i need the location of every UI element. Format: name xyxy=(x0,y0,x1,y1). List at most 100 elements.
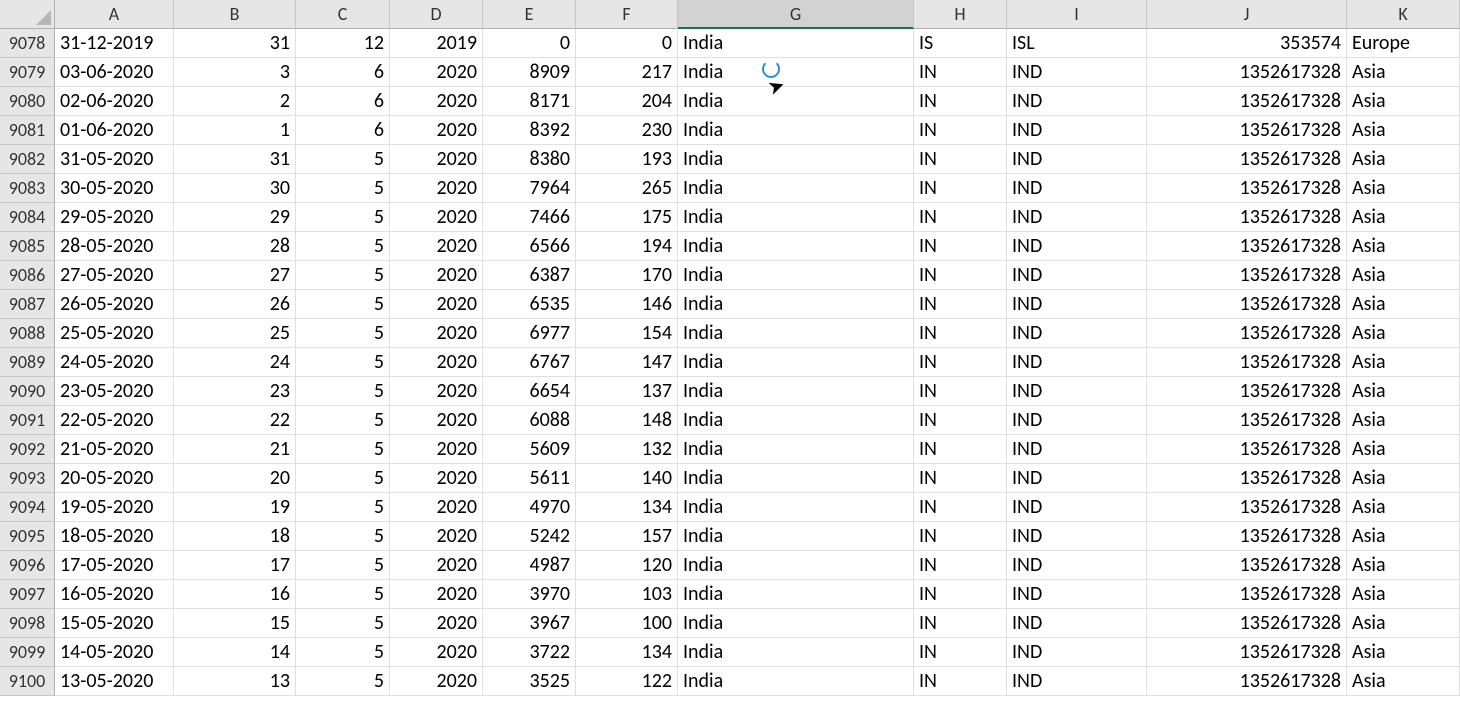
cell[interactable]: India xyxy=(678,232,914,261)
cell[interactable]: 5 xyxy=(296,203,390,232)
cell[interactable]: Asia xyxy=(1347,406,1460,435)
cell[interactable]: 1352617328 xyxy=(1147,319,1347,348)
cell[interactable]: IN xyxy=(914,203,1007,232)
cell[interactable]: Asia xyxy=(1347,261,1460,290)
cell[interactable]: 17 xyxy=(174,551,296,580)
cell[interactable]: India xyxy=(678,406,914,435)
cell[interactable]: 1352617328 xyxy=(1147,551,1347,580)
cell[interactable]: India xyxy=(678,290,914,319)
cell[interactable]: 2020 xyxy=(390,348,483,377)
cell[interactable]: IN xyxy=(914,348,1007,377)
cell[interactable]: Asia xyxy=(1347,232,1460,261)
cell[interactable]: IN xyxy=(914,493,1007,522)
cell[interactable]: 230 xyxy=(576,116,678,145)
cell[interactable]: 7466 xyxy=(483,203,576,232)
cell[interactable]: IN xyxy=(914,580,1007,609)
cell[interactable]: 1352617328 xyxy=(1147,522,1347,551)
cell[interactable]: 3525 xyxy=(483,667,576,696)
cell[interactable]: 5 xyxy=(296,348,390,377)
cell[interactable]: 217 xyxy=(576,58,678,87)
cell[interactable]: IND xyxy=(1007,58,1147,87)
cell[interactable]: IN xyxy=(914,522,1007,551)
cell[interactable]: 6535 xyxy=(483,290,576,319)
cell[interactable]: IND xyxy=(1007,261,1147,290)
cell[interactable]: IN xyxy=(914,406,1007,435)
cell[interactable]: 1352617328 xyxy=(1147,58,1347,87)
cell[interactable]: 6654 xyxy=(483,377,576,406)
cell[interactable]: 12 xyxy=(296,29,390,58)
cell[interactable]: 6088 xyxy=(483,406,576,435)
cell[interactable]: Asia xyxy=(1347,116,1460,145)
cell[interactable]: 22-05-2020 xyxy=(55,406,174,435)
cell[interactable]: 5 xyxy=(296,377,390,406)
cell[interactable]: 18-05-2020 xyxy=(55,522,174,551)
cell[interactable]: India xyxy=(678,464,914,493)
cell[interactable]: Asia xyxy=(1347,319,1460,348)
cell[interactable]: 2020 xyxy=(390,261,483,290)
cell[interactable]: 27-05-2020 xyxy=(55,261,174,290)
cell[interactable]: IND xyxy=(1007,638,1147,667)
row-header[interactable]: 9100 xyxy=(0,667,55,696)
cell[interactable]: 5 xyxy=(296,174,390,203)
cell[interactable]: 6767 xyxy=(483,348,576,377)
cell[interactable]: IND xyxy=(1007,609,1147,638)
cell[interactable]: 2020 xyxy=(390,522,483,551)
cell[interactable]: 14-05-2020 xyxy=(55,638,174,667)
cell[interactable]: India xyxy=(678,348,914,377)
cell[interactable]: 2020 xyxy=(390,493,483,522)
cell[interactable]: 5 xyxy=(296,522,390,551)
cell[interactable]: 5 xyxy=(296,580,390,609)
row-header[interactable]: 9093 xyxy=(0,464,55,493)
cell[interactable]: IND xyxy=(1007,435,1147,464)
row-header[interactable]: 9078 xyxy=(0,29,55,58)
cell[interactable]: 24 xyxy=(174,348,296,377)
row-header[interactable]: 9099 xyxy=(0,638,55,667)
cell[interactable]: 1352617328 xyxy=(1147,87,1347,116)
cell[interactable]: India xyxy=(678,58,914,87)
row-header[interactable]: 9090 xyxy=(0,377,55,406)
cell[interactable]: 204 xyxy=(576,87,678,116)
cell[interactable]: 2020 xyxy=(390,145,483,174)
cell[interactable]: 5 xyxy=(296,638,390,667)
row-header[interactable]: 9095 xyxy=(0,522,55,551)
cell[interactable]: India xyxy=(678,203,914,232)
cell[interactable]: Asia xyxy=(1347,667,1460,696)
row-header[interactable]: 9080 xyxy=(0,87,55,116)
cell[interactable]: 1352617328 xyxy=(1147,290,1347,319)
cell[interactable]: 4987 xyxy=(483,551,576,580)
cell[interactable]: India xyxy=(678,319,914,348)
cell[interactable]: 193 xyxy=(576,145,678,174)
cell[interactable]: 25-05-2020 xyxy=(55,319,174,348)
cell[interactable]: 2020 xyxy=(390,87,483,116)
cell[interactable]: 13 xyxy=(174,667,296,696)
cell[interactable]: IN xyxy=(914,638,1007,667)
cell[interactable]: IN xyxy=(914,58,1007,87)
cell[interactable]: 3722 xyxy=(483,638,576,667)
cell[interactable]: 6 xyxy=(296,87,390,116)
cell[interactable]: 20 xyxy=(174,464,296,493)
row-header[interactable]: 9082 xyxy=(0,145,55,174)
cell[interactable]: 175 xyxy=(576,203,678,232)
cell[interactable]: 1352617328 xyxy=(1147,203,1347,232)
cell[interactable]: IN xyxy=(914,145,1007,174)
cell[interactable]: 146 xyxy=(576,290,678,319)
row-header[interactable]: 9098 xyxy=(0,609,55,638)
cell[interactable]: Asia xyxy=(1347,493,1460,522)
cell[interactable]: India xyxy=(678,580,914,609)
column-header-h[interactable]: H xyxy=(914,0,1007,29)
column-header-a[interactable]: A xyxy=(55,0,174,29)
cell[interactable]: 7964 xyxy=(483,174,576,203)
cell[interactable]: 18 xyxy=(174,522,296,551)
cell[interactable]: 6 xyxy=(296,116,390,145)
cell[interactable]: 29 xyxy=(174,203,296,232)
column-header-e[interactable]: E xyxy=(483,0,576,29)
cell[interactable]: India xyxy=(678,29,914,58)
column-header-j[interactable]: J xyxy=(1147,0,1347,29)
cell[interactable]: 3967 xyxy=(483,609,576,638)
cell[interactable]: 5609 xyxy=(483,435,576,464)
cell[interactable]: 1352617328 xyxy=(1147,667,1347,696)
row-header[interactable]: 9083 xyxy=(0,174,55,203)
cell[interactable]: 23 xyxy=(174,377,296,406)
cell[interactable]: IND xyxy=(1007,145,1147,174)
cell[interactable]: 2020 xyxy=(390,116,483,145)
